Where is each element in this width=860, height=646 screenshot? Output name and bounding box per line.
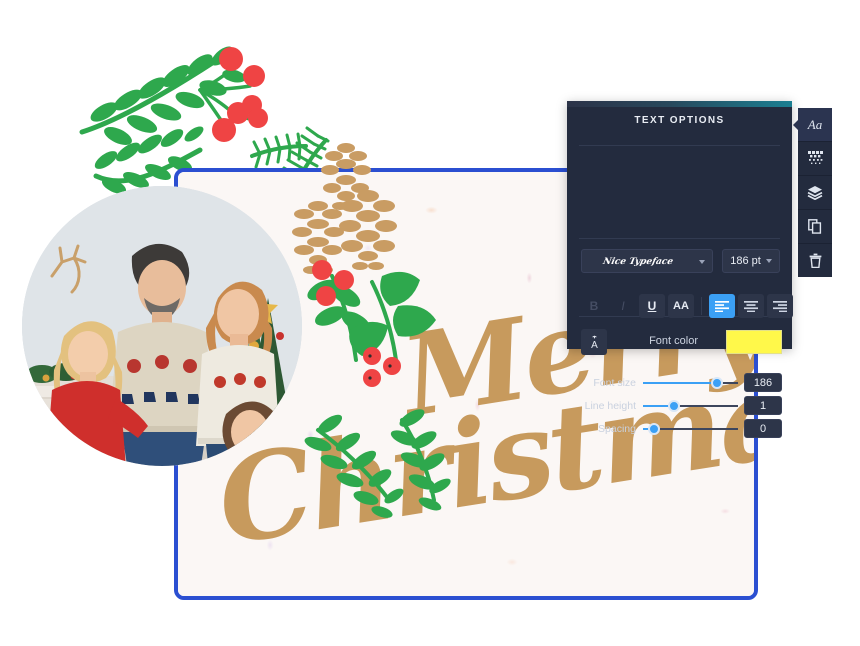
italic-label: I — [621, 299, 625, 313]
copy-icon — [808, 219, 822, 234]
panel-divider-2 — [579, 238, 780, 239]
berry — [227, 102, 249, 124]
underline-label: U — [647, 299, 657, 313]
spacing-slider-value[interactable]: 0 — [744, 419, 782, 438]
sliders-group: Font size 186 Line height 1 Spacing 0 — [581, 371, 782, 440]
font-color-row: A Font color — [581, 329, 782, 355]
selected-pointer-icon — [793, 120, 798, 130]
bold-label: B — [589, 299, 599, 313]
svg-text:A: A — [591, 340, 598, 349]
align-right-icon — [773, 300, 787, 312]
line-height-slider-label: Line height — [584, 399, 636, 412]
font-family-value: Nice Typeface — [601, 257, 674, 267]
berry — [219, 47, 243, 71]
font-size-slider-label: Font size — [593, 376, 636, 389]
spacing-slider-row: Spacing 0 — [581, 417, 782, 440]
font-size-value: 186 pt — [730, 255, 761, 267]
family-christmas-photo — [22, 186, 302, 466]
right-toolbar: Aa — [793, 108, 832, 277]
spacing-slider[interactable] — [643, 422, 738, 436]
text-options-panel: TEXT OPTIONS Nice Typeface 186 pt B I U — [567, 101, 793, 438]
font-size-slider-value[interactable]: 186 — [744, 373, 782, 392]
fern-leaf-upper — [79, 46, 246, 145]
align-center-icon — [744, 300, 758, 312]
accent-letter-icon: A — [591, 335, 598, 349]
uppercase-label: AA — [673, 300, 689, 312]
chevron-down-icon — [765, 259, 772, 263]
font-size-slider-row: Font size 186 — [581, 371, 782, 394]
font-size-slider[interactable] — [643, 376, 738, 390]
pine-branch-right — [250, 132, 308, 169]
font-color-label: Font color — [649, 335, 698, 347]
design-editor-stage: Merry Christmas TEXT OPTIONS Nice Typefa… — [0, 0, 860, 646]
text-tool-button[interactable]: Aa — [793, 108, 832, 142]
berry — [243, 65, 265, 87]
halftone-icon — [807, 151, 823, 164]
trash-icon — [809, 253, 821, 268]
duplicate-tool-button[interactable] — [798, 210, 832, 244]
delete-tool-button[interactable] — [798, 244, 832, 277]
font-color-swatch[interactable] — [726, 330, 782, 354]
line-height-slider-row: Line height 1 — [581, 394, 782, 417]
layers-tool-button[interactable] — [798, 176, 832, 210]
panel-accent-bar — [567, 101, 792, 107]
uppercase-button[interactable]: AA — [668, 294, 694, 318]
align-left-button[interactable] — [709, 294, 735, 318]
berry — [212, 118, 236, 142]
bold-button[interactable]: B — [581, 294, 607, 318]
italic-button[interactable]: I — [610, 294, 636, 318]
format-divider — [701, 297, 702, 315]
berry-cluster-top — [198, 47, 268, 142]
panel-divider-1 — [579, 145, 780, 146]
font-size-select[interactable]: 186 pt — [722, 249, 780, 273]
layers-icon — [807, 186, 823, 200]
align-center-button[interactable] — [738, 294, 764, 318]
format-buttons-row: B I U AA — [581, 294, 793, 318]
berry — [242, 95, 262, 115]
family-photo-circle[interactable] — [22, 186, 302, 466]
font-family-select[interactable]: Nice Typeface — [581, 249, 713, 273]
underline-button[interactable]: U — [639, 294, 665, 318]
aa-icon: Aa — [807, 116, 823, 132]
transparency-tool-button[interactable] — [798, 142, 832, 176]
berry — [248, 108, 268, 128]
line-height-slider-value[interactable]: 1 — [744, 396, 782, 415]
panel-title: TEXT OPTIONS — [634, 115, 725, 126]
align-left-icon — [715, 300, 729, 312]
chevron-down-icon — [699, 260, 705, 264]
spacing-slider-label: Spacing — [598, 422, 636, 435]
text-effects-button[interactable]: A — [581, 329, 607, 355]
line-height-slider[interactable] — [643, 399, 738, 413]
align-right-button[interactable] — [767, 294, 793, 318]
